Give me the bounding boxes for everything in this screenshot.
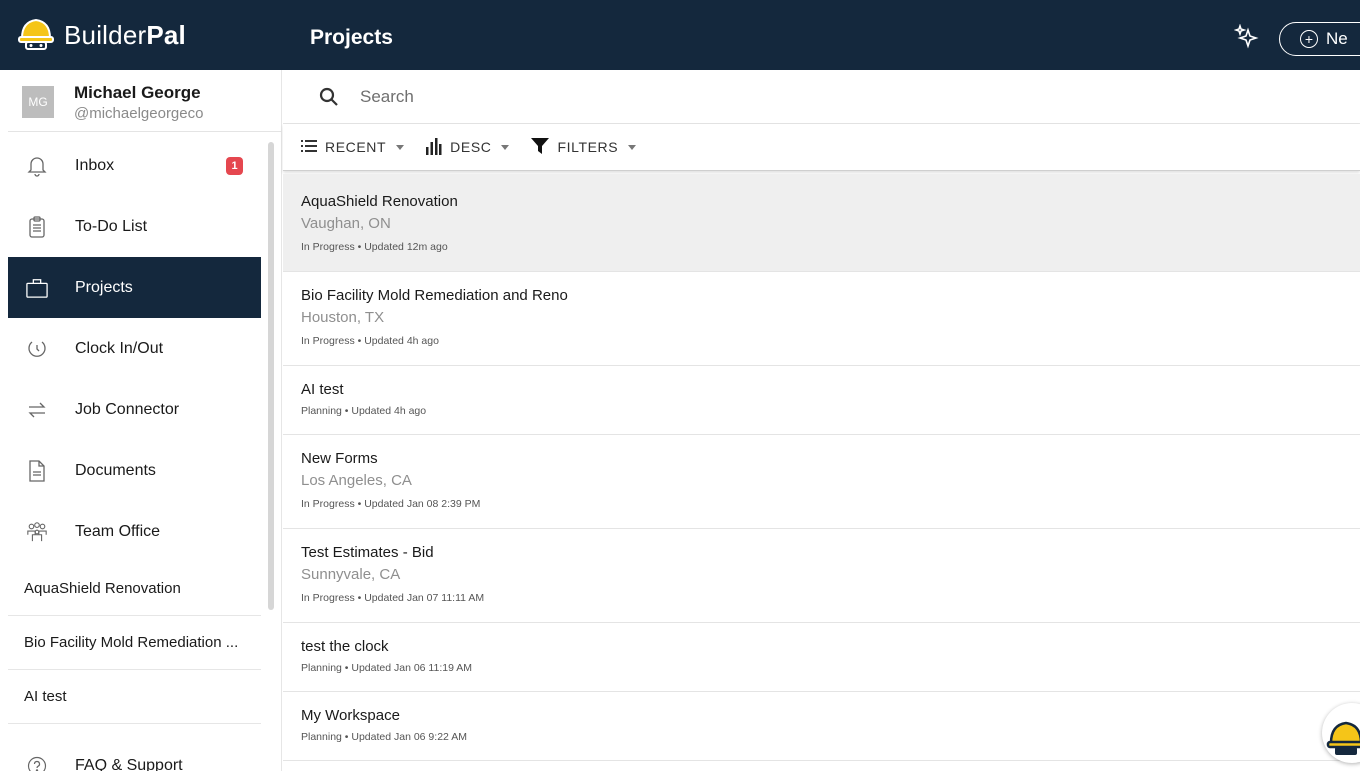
- project-location: Houston, TX: [301, 309, 385, 326]
- brand-name: BuilderPal: [64, 20, 186, 50]
- recent-project-item[interactable]: AquaShield Renovation: [8, 562, 261, 616]
- search-input[interactable]: Search: [360, 87, 414, 107]
- project-row[interactable]: New Forms Los Angeles, CA In Progress • …: [283, 435, 1360, 529]
- sparkle-icon[interactable]: [1233, 23, 1260, 55]
- sidebar-item-faq[interactable]: FAQ & Support: [8, 735, 261, 771]
- app-window: BuilderPal Projects + Ne MG Michael Geor…: [0, 0, 1360, 771]
- filter-icon: [531, 137, 550, 157]
- project-title: Bio Facility Mold Remediation and Reno: [301, 287, 568, 304]
- sidebar-item-label: Team Office: [75, 522, 161, 540]
- briefcase-icon: [26, 277, 48, 299]
- sidebar-item-team-office[interactable]: Team Office: [8, 501, 261, 562]
- project-row[interactable]: My Workspace Planning • Updated Jan 06 9…: [283, 692, 1360, 761]
- order-desc-dropdown[interactable]: DESC: [426, 137, 510, 158]
- page-title: Projects: [310, 26, 393, 49]
- sidebar-item-label: Documents: [75, 461, 156, 479]
- help-icon: [26, 755, 48, 771]
- sidebar-item-projects[interactable]: Projects: [8, 257, 261, 318]
- project-location: Sunnyvale, CA: [301, 566, 401, 583]
- sidebar-item-label: Job Connector: [75, 400, 180, 418]
- filters-label: FILTERS: [557, 139, 619, 155]
- clock-icon: [26, 338, 48, 360]
- project-row[interactable]: AI test Planning • Updated 4h ago: [283, 366, 1360, 435]
- project-row[interactable]: test the clock Planning • Updated Jan 06…: [283, 623, 1360, 692]
- document-icon: [26, 459, 48, 482]
- project-title: New Forms: [301, 450, 378, 467]
- inbox-count-badge: 1: [226, 157, 243, 175]
- project-title: Test Estimates - Bid: [301, 544, 434, 561]
- project-location: Vaughan, ON: [301, 215, 391, 232]
- chevron-down-icon: [396, 144, 405, 150]
- project-title: My Workspace: [301, 707, 400, 724]
- sidebar-item-todo[interactable]: To-Do List: [8, 196, 261, 257]
- project-meta: Planning • Updated 4h ago: [301, 405, 427, 417]
- project-title: AquaShield Renovation: [301, 193, 458, 210]
- sidebar-item-label: To-Do List: [75, 217, 148, 235]
- user-profile[interactable]: MG Michael George @michaelgeorgeco: [8, 70, 282, 132]
- sidebar-item-job-connector[interactable]: Job Connector: [8, 379, 261, 440]
- avatar: MG: [22, 86, 54, 118]
- sidebar-item-clock[interactable]: Clock In/Out: [8, 318, 261, 379]
- sort-recent-dropdown[interactable]: RECENT: [301, 139, 405, 156]
- new-project-button[interactable]: + Ne: [1279, 22, 1360, 56]
- chevron-down-icon: [628, 144, 637, 150]
- team-icon: [26, 521, 48, 543]
- project-row[interactable]: Test Estimates - Bid Sunnyvale, CA In Pr…: [283, 529, 1360, 623]
- clipboard-icon: [26, 215, 48, 238]
- search-bar[interactable]: Search: [283, 70, 1360, 124]
- project-meta: In Progress • Updated Jan 08 2:39 PM: [301, 498, 481, 510]
- project-title: AI test: [301, 381, 344, 398]
- helmet-icon: [18, 16, 54, 55]
- user-name: Michael George: [74, 83, 201, 102]
- project-list: AquaShield Renovation Vaughan, ON In Pro…: [283, 174, 1360, 761]
- sidebar-item-inbox[interactable]: Inbox 1: [8, 135, 261, 196]
- project-title: test the clock: [301, 638, 389, 655]
- top-bar: BuilderPal Projects + Ne: [0, 0, 1360, 70]
- user-handle: @michaelgeorgeco: [74, 105, 204, 122]
- filters-dropdown[interactable]: FILTERS: [531, 137, 637, 157]
- project-meta: Planning • Updated Jan 06 11:19 AM: [301, 662, 473, 674]
- project-meta: In Progress • Updated 12m ago: [301, 241, 448, 253]
- project-meta: In Progress • Updated Jan 07 11:11 AM: [301, 592, 485, 604]
- plus-circle-icon: +: [1300, 30, 1318, 48]
- bar-chart-icon: [426, 137, 442, 158]
- project-meta: Planning • Updated Jan 06 9:22 AM: [301, 731, 467, 743]
- sidebar-item-label: Clock In/Out: [75, 339, 164, 357]
- sidebar-item-label: Projects: [75, 278, 133, 296]
- recent-project-item[interactable]: AI test: [8, 670, 261, 724]
- swap-arrows-icon: [26, 399, 48, 421]
- recent-project-item[interactable]: Bio Facility Mold Remediation ...: [8, 616, 261, 670]
- project-row[interactable]: Bio Facility Mold Remediation and Reno H…: [283, 272, 1360, 366]
- sidebar-scrollbar[interactable]: [268, 142, 274, 610]
- sort-label: RECENT: [325, 139, 387, 155]
- chevron-down-icon: [501, 144, 510, 150]
- brand-logo[interactable]: BuilderPal: [18, 16, 186, 55]
- sidebar-item-label: FAQ & Support: [75, 756, 183, 771]
- search-icon: [319, 87, 339, 112]
- sidebar: MG Michael George @michaelgeorgeco Inbox…: [0, 70, 282, 771]
- project-meta: In Progress • Updated 4h ago: [301, 335, 439, 347]
- list-icon: [301, 139, 317, 156]
- order-label: DESC: [450, 139, 492, 155]
- sidebar-item-label: Inbox: [75, 156, 115, 174]
- sidebar-item-documents[interactable]: Documents: [8, 440, 261, 501]
- project-row[interactable]: AquaShield Renovation Vaughan, ON In Pro…: [283, 174, 1360, 272]
- project-location: Los Angeles, CA: [301, 472, 412, 489]
- list-toolbar: RECENT DESC FILTERS: [283, 124, 1360, 171]
- bell-icon: [26, 155, 48, 177]
- new-button-label: Ne: [1326, 29, 1348, 48]
